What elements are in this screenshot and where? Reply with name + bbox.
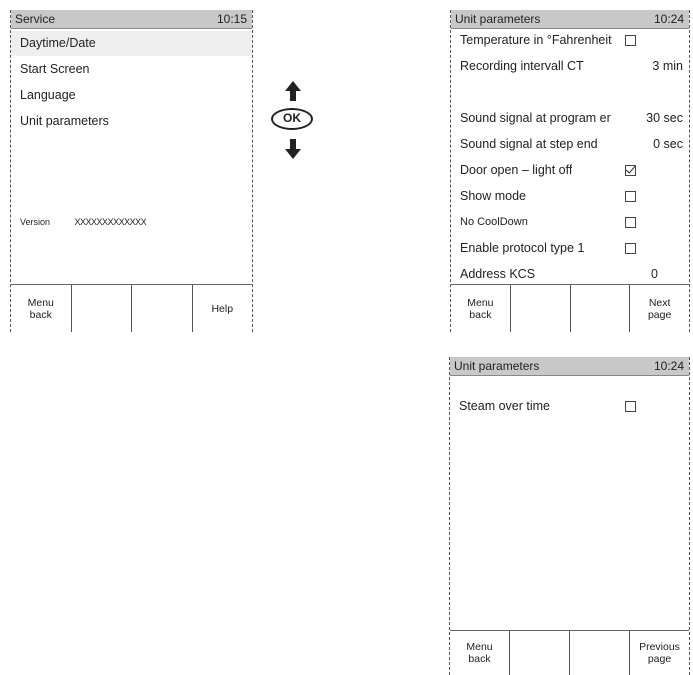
softkey-previous-page[interactable]: Previous page: [630, 631, 689, 675]
steam-over-time-checkbox[interactable]: [625, 401, 636, 412]
menu-item-unit-parameters[interactable]: Unit parameters: [11, 109, 252, 134]
service-softkeys: Menu back Help: [11, 284, 252, 332]
arrow-down-icon[interactable]: [284, 138, 302, 160]
menu-item-label: Language: [20, 88, 76, 102]
param-label: Enable protocol type 1: [460, 241, 585, 255]
softkey-2[interactable]: [510, 631, 570, 675]
unit-params-titlebar: Unit parameters 10:24: [451, 10, 689, 29]
unit-params-clock: 10:24: [653, 12, 684, 26]
version-value: XXXXXXXXXXXXX: [74, 217, 147, 227]
param-value: 3 min: [652, 59, 683, 73]
unit-params-title: Unit parameters: [455, 12, 541, 26]
softkey-menu-back[interactable]: Menu back: [11, 285, 72, 332]
param-label: Show mode: [460, 189, 527, 203]
softkey-3[interactable]: [571, 285, 631, 332]
version-label: Version: [20, 217, 51, 227]
service-screen: Service 10:15 Daytime/Date Start Screen …: [10, 10, 253, 332]
ok-button[interactable]: OK: [271, 108, 313, 130]
param-row-protocol-type[interactable]: Enable protocol type 1: [451, 236, 689, 261]
softkey-help[interactable]: Help: [193, 285, 253, 332]
unit-parameters-screen-page1: Unit parameters 10:24 Temperature in °Fa…: [450, 10, 690, 332]
unit-params-clock: 10:24: [653, 359, 684, 373]
softkey-2[interactable]: [72, 285, 132, 332]
menu-item-label: Start Screen: [20, 62, 90, 76]
menu-item-daytime-date[interactable]: Daytime/Date: [11, 31, 252, 56]
version-row: Version XXXXXXXXXXXXX: [20, 217, 147, 227]
unit-params-titlebar: Unit parameters 10:24: [450, 357, 689, 376]
param-row-steam-over-time[interactable]: Steam over time: [450, 394, 689, 419]
param-row-fahrenheit[interactable]: Temperature in °Fahrenheit: [451, 28, 689, 53]
show-mode-checkbox[interactable]: [625, 191, 636, 202]
menu-item-start-screen[interactable]: Start Screen: [11, 57, 252, 82]
service-title: Service: [15, 12, 56, 26]
param-label: No CoolDown: [460, 216, 528, 228]
door-light-checkbox[interactable]: [625, 165, 636, 176]
param-label: Door open – light off: [460, 163, 573, 177]
param-value: 30 sec: [646, 111, 683, 125]
param-row-sound-program-end[interactable]: Sound signal at program er 30 sec: [451, 106, 689, 131]
protocol-type-checkbox[interactable]: [625, 243, 636, 254]
param-label: Sound signal at program er: [460, 111, 611, 125]
no-cooldown-checkbox[interactable]: [625, 217, 636, 228]
param-label: Recording intervall CT: [460, 59, 584, 73]
service-titlebar: Service 10:15: [11, 10, 252, 29]
softkey-3[interactable]: [132, 285, 193, 332]
param-value: 0: [651, 267, 658, 281]
unit-params-softkeys-page1: Menu back Next page: [451, 284, 689, 332]
param-row-sound-step-end[interactable]: Sound signal at step end 0 sec: [451, 132, 689, 157]
menu-item-label: Unit parameters: [20, 114, 109, 128]
unit-parameters-screen-page2: Unit parameters 10:24 Steam over time Me…: [449, 357, 690, 675]
softkey-menu-back[interactable]: Menu back: [450, 631, 510, 675]
softkey-menu-back[interactable]: Menu back: [451, 285, 511, 332]
param-row-recording-interval[interactable]: Recording intervall CT 3 min: [451, 54, 689, 79]
softkey-next-page[interactable]: Next page: [630, 285, 689, 332]
param-row-address-kcs[interactable]: Address KCS 0: [451, 262, 689, 284]
param-value: 0 sec: [653, 137, 683, 151]
param-label: Temperature in °Fahrenheit: [460, 33, 612, 47]
softkey-2[interactable]: [511, 285, 571, 332]
unit-params-softkeys-page2: Menu back Previous page: [450, 630, 689, 675]
menu-item-language[interactable]: Language: [11, 83, 252, 108]
param-label: Sound signal at step end: [460, 137, 598, 151]
menu-item-label: Daytime/Date: [20, 36, 96, 50]
param-label: Steam over time: [459, 399, 551, 413]
unit-params-title: Unit parameters: [454, 359, 540, 373]
fahrenheit-checkbox[interactable]: [625, 35, 636, 46]
arrow-up-icon[interactable]: [284, 80, 302, 102]
service-clock: 10:15: [216, 12, 247, 26]
param-row-show-mode[interactable]: Show mode: [451, 184, 689, 209]
softkey-3[interactable]: [570, 631, 630, 675]
param-row-door-light[interactable]: Door open – light off: [451, 158, 689, 183]
param-row-no-cooldown[interactable]: No CoolDown: [451, 210, 689, 235]
navigation-keys: OK: [268, 80, 318, 165]
param-label: Address KCS: [460, 267, 536, 281]
